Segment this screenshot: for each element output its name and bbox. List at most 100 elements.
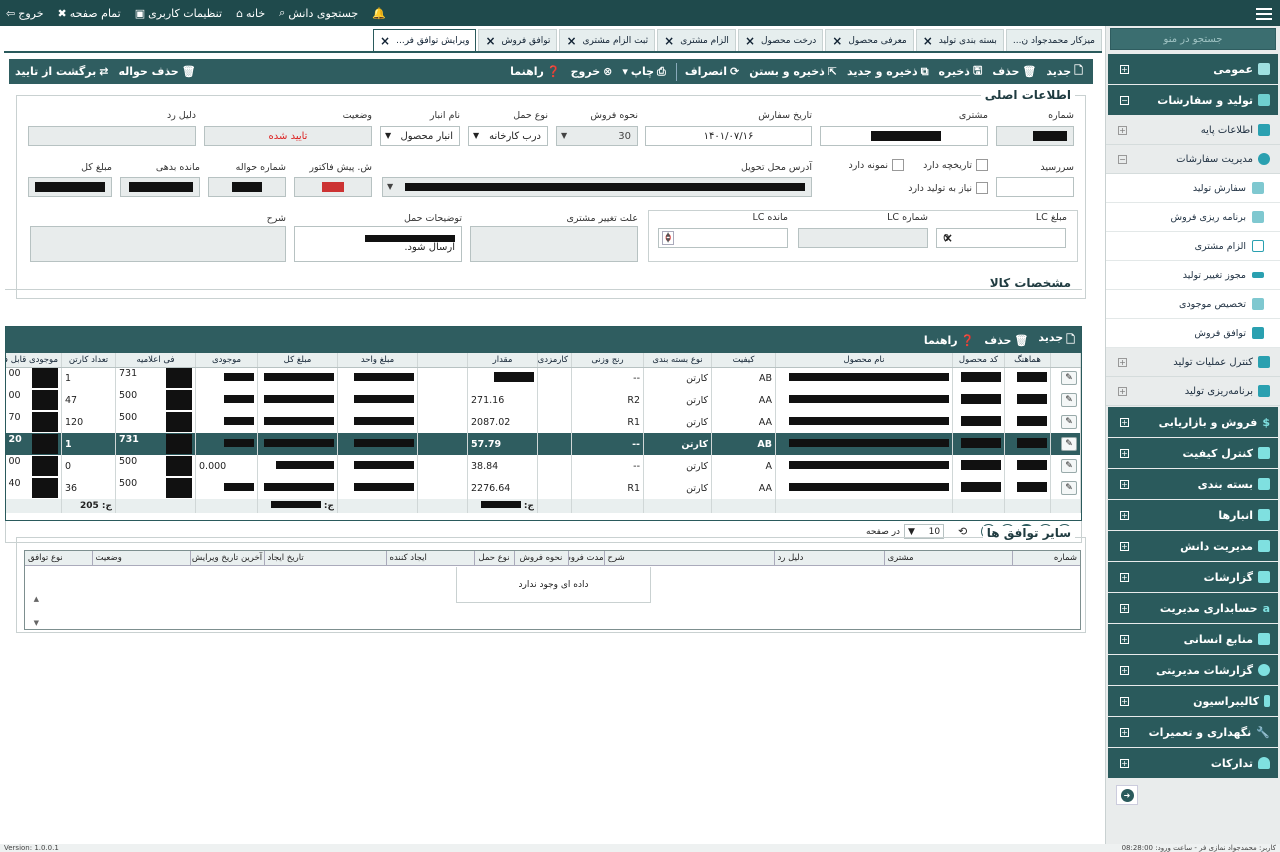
save-button[interactable]: 🖫 ذخیره — [939, 62, 983, 81]
clear-icon[interactable]: × — [943, 231, 953, 245]
sidebar-item-procurement[interactable]: تدارکات + — [1108, 748, 1278, 778]
sidebar-item-quality[interactable]: کنترل کیفیت + — [1108, 438, 1278, 468]
column-header[interactable]: نوع حمل — [473, 551, 514, 566]
column-header[interactable] — [417, 353, 468, 368]
expand-icon[interactable]: + — [1118, 125, 1127, 135]
sidebar-item-hr[interactable]: منابع انسانی + — [1108, 624, 1278, 654]
scroll-up-icon[interactable]: ▲ — [27, 595, 39, 603]
close-icon[interactable]: × — [923, 34, 933, 48]
history-checkbox[interactable]: تاریخچه دارد — [923, 159, 988, 171]
expand-icon[interactable]: + — [1120, 603, 1129, 613]
close-icon[interactable]: × — [745, 34, 755, 48]
table-row[interactable]: ✎ AA کارتن R1 2087.02 500 120 70 — [5, 411, 1081, 433]
exit-button[interactable]: ⊗ خروج — [571, 65, 613, 78]
need-production-checkbox[interactable]: نیاز به تولید دارد — [908, 182, 988, 194]
edit-cell[interactable]: ✎ — [1050, 389, 1081, 411]
scrollbar[interactable]: ▲ ▼ — [27, 595, 39, 627]
collapse-icon[interactable]: − — [1118, 154, 1127, 164]
sidebar-item-production-order[interactable]: سفارش تولید — [1106, 174, 1280, 203]
edit-cell[interactable]: ✎ — [1050, 367, 1081, 389]
expand-icon[interactable]: + — [1120, 727, 1129, 737]
edit-cell[interactable]: ✎ — [1050, 455, 1081, 477]
column-header[interactable]: هماهنگ — [1004, 353, 1051, 368]
sidebar-item-general[interactable]: عمومی + — [1108, 54, 1278, 84]
column-header[interactable]: نوع توافق — [25, 551, 92, 566]
expand-icon[interactable]: + — [1118, 386, 1127, 396]
column-header[interactable]: مبلغ کل — [257, 353, 338, 368]
fullscreen-link[interactable]: ✖ تمام صفحه — [58, 7, 121, 20]
column-header[interactable]: وضعیت — [91, 551, 190, 566]
expand-icon[interactable]: + — [1120, 541, 1129, 551]
sidebar-item-mgmt-reports[interactable]: گزارشات مدیریتی + — [1108, 655, 1278, 685]
new-button[interactable]: 🗋 جدید — [1046, 62, 1083, 81]
close-icon[interactable]: × — [566, 34, 576, 48]
notification-bell-icon[interactable]: 🔔 — [372, 7, 386, 20]
lc-amount-field[interactable]: 0 × — [936, 228, 1066, 248]
order-date-field[interactable]: ۱۴۰۱/۰۷/۱۶ — [645, 126, 812, 146]
column-header[interactable]: شرح — [603, 551, 774, 566]
warehouse-select[interactable]: انبار محصول ▼ — [380, 126, 460, 146]
expand-icon[interactable]: + — [1120, 448, 1129, 458]
expand-icon[interactable]: + — [1120, 572, 1129, 582]
back-approval-button[interactable]: ⇄ برگشت از تایید — [15, 65, 108, 78]
table-row-selected[interactable]: ✎ AB کارتن -- 57.79 731 1 20 — [5, 433, 1081, 455]
tab-edit-agreement[interactable]: ویرایش توافق فر... × — [373, 29, 477, 51]
close-icon[interactable]: × — [485, 34, 495, 48]
sidebar-item-production[interactable]: تولید و سفارشات − — [1108, 85, 1278, 115]
user-settings-link[interactable]: ▣ تنظیمات کاربری — [135, 7, 222, 20]
sidebar-item-maintenance[interactable]: 🔧 نگهداری و تعمیرات + — [1108, 717, 1278, 747]
expand-icon[interactable]: + — [1120, 665, 1129, 675]
delete-button[interactable]: 🗑 حذف — [992, 65, 1036, 78]
sidebar-item-knowledge[interactable]: مدیریت دانش + — [1108, 531, 1278, 561]
expand-icon[interactable]: + — [1120, 479, 1129, 489]
expand-icon[interactable]: + — [1120, 417, 1129, 427]
sidebar-item-sales-agreement[interactable]: توافق فروش — [1106, 319, 1280, 348]
home-link[interactable]: ⌂ خانه — [236, 7, 265, 20]
table-row[interactable]: ✎ AA کارتن R2 271.16 500 47 00 — [5, 389, 1081, 411]
column-header[interactable]: مبلغ واحد — [337, 353, 418, 368]
due-field[interactable] — [996, 177, 1074, 197]
grid-help-button[interactable]: ❓ راهنما — [924, 334, 974, 347]
spinner-icon[interactable]: ▲ ▼ — [662, 231, 674, 245]
column-header[interactable]: مشتری — [883, 551, 1012, 566]
exit-link[interactable]: ⇦ خروج — [6, 7, 44, 20]
column-header[interactable]: آخرین تاریخ ویرایش — [189, 551, 264, 566]
sidebar-item-calibration[interactable]: کالیبراسیون + — [1108, 686, 1278, 716]
sidebar-item-sales[interactable]: $ فروش و بازاریابی + — [1108, 407, 1278, 437]
sidebar-item-accounting[interactable]: a حسابداری مدیریت + — [1108, 593, 1278, 623]
lc-remain-field[interactable]: 0 ▲ ▼ — [658, 228, 788, 248]
close-icon[interactable]: × — [380, 34, 390, 48]
expand-icon[interactable]: + — [1118, 357, 1127, 367]
edit-cell[interactable]: ✎ — [1050, 433, 1081, 455]
sidebar-search-input[interactable]: جستجو در منو — [1110, 28, 1276, 50]
grid-delete-button[interactable]: 🗑 حذف — [984, 334, 1028, 347]
sidebar-item-sales-planning[interactable]: برنامه ریزی فروش — [1106, 203, 1280, 232]
number-field[interactable] — [996, 126, 1074, 146]
scroll-down-icon[interactable]: ▼ — [27, 619, 39, 627]
tab-product-intro[interactable]: معرفی محصول × — [825, 29, 914, 51]
column-header[interactable]: رنج وزنی — [571, 353, 644, 368]
cancel-button[interactable]: ⟳ انصراف — [685, 65, 739, 78]
table-row[interactable]: ✎ A کارتن -- 38.84 0.000 500 0 00 — [5, 455, 1081, 477]
column-header[interactable]: شماره — [1011, 551, 1080, 566]
tab-sales-agreement[interactable]: توافق فروش × — [478, 29, 558, 51]
expand-icon[interactable]: + — [1120, 64, 1129, 74]
table-row[interactable]: ✎ AA کارتن R1 2276.64 500 36 40 — [5, 477, 1081, 499]
column-header[interactable]: موجودی — [195, 353, 258, 368]
pencil-icon[interactable]: ✎ — [1061, 393, 1077, 407]
pencil-icon[interactable]: ✎ — [1061, 415, 1077, 429]
edit-cell[interactable]: ✎ — [1050, 477, 1081, 499]
close-icon[interactable]: × — [664, 34, 674, 48]
sidebar-item-production-ops[interactable]: کنترل عملیات تولید + — [1106, 348, 1280, 377]
column-header[interactable]: تاریخ ایجاد — [263, 551, 386, 566]
column-header[interactable]: نحوه فروش — [513, 551, 568, 566]
sample-checkbox[interactable]: نمونه دارد — [849, 159, 904, 171]
transport-select[interactable]: درب کارخانه ▼ — [468, 126, 548, 146]
sidebar-item-packaging[interactable]: بسته بندی + — [1108, 469, 1278, 499]
pencil-icon[interactable]: ✎ — [1061, 371, 1077, 386]
tab-packaging[interactable]: بسته بندی تولید × — [915, 29, 1004, 51]
tab-register-req[interactable]: ثبت الزام مشتری × — [559, 29, 656, 51]
pencil-icon[interactable]: ✎ — [1061, 459, 1077, 473]
tab-workspace[interactable]: میزکار محمدجواد ن... — [1005, 29, 1102, 51]
address-select[interactable]: ▼ — [382, 177, 812, 197]
